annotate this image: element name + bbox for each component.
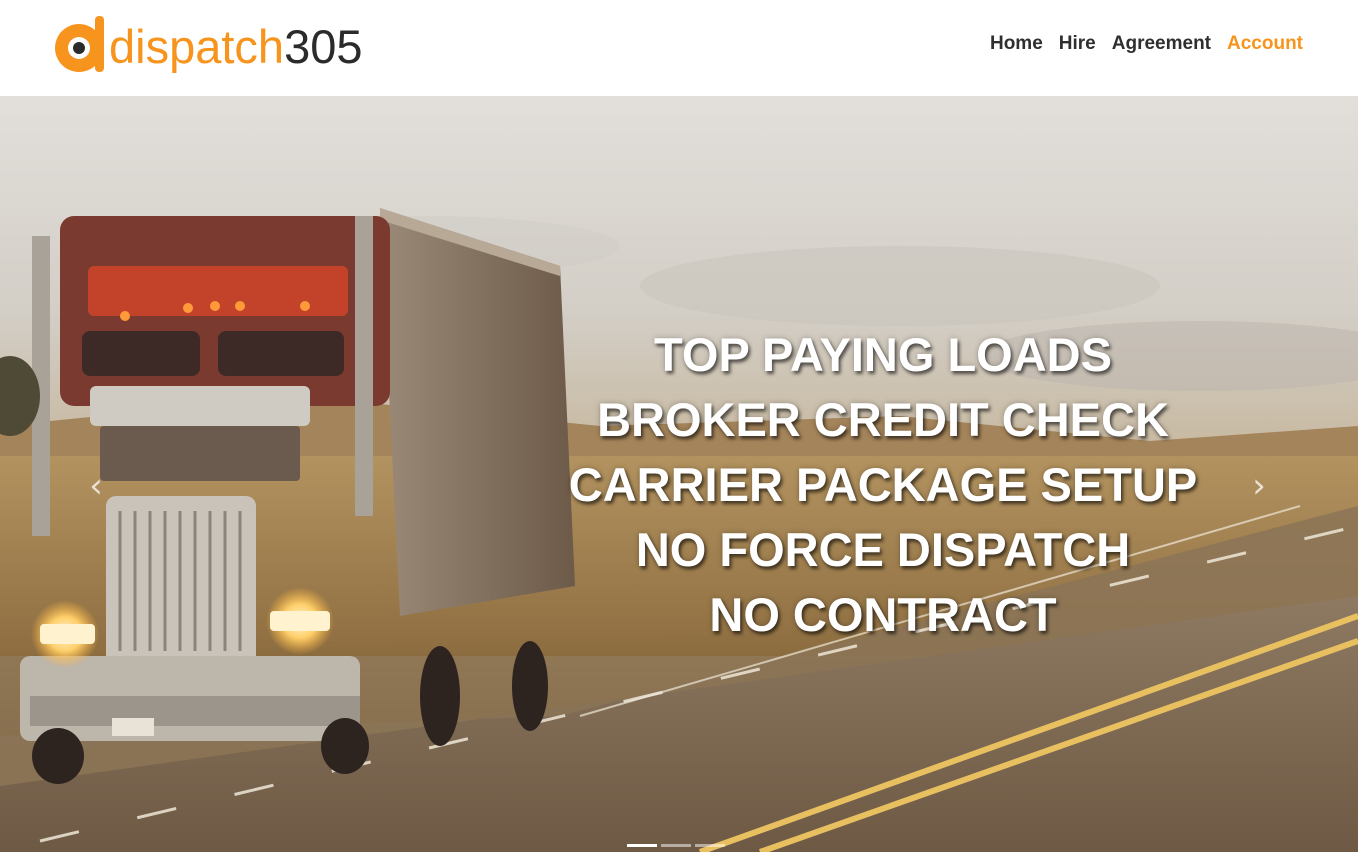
brand-name-number: 305 (284, 19, 363, 73)
hero-slider: TOP PAYING LOADS BROKER CREDIT CHECK CAR… (0, 96, 1358, 852)
hero-line-4: NO FORCE DISPATCH (635, 523, 1131, 576)
site-header: dispatch305 Home Hire Agreement Account (0, 0, 1358, 96)
nav-link-home[interactable]: Home (990, 33, 1043, 55)
slide-indicator-2[interactable] (661, 844, 691, 847)
chevron-left-icon[interactable]: ‹ (84, 466, 108, 506)
hero-line-5: NO CONTRACT (709, 588, 1057, 641)
brand-logo[interactable]: dispatch305 (52, 12, 422, 80)
hero-line-1: TOP PAYING LOADS (654, 328, 1112, 381)
brand-wordmark: dispatch305 (109, 23, 362, 70)
slide-indicator-3[interactable] (695, 844, 725, 847)
hero-line-2: BROKER CREDIT CHECK (597, 393, 1169, 446)
main-nav: Home Hire Agreement Account (990, 31, 1303, 57)
slide-indicator-1[interactable] (627, 844, 657, 847)
nav-link-account[interactable]: Account (1227, 33, 1303, 55)
hero-headline: TOP PAYING LOADS BROKER CREDIT CHECK CAR… (480, 322, 1286, 647)
nav-link-agreement[interactable]: Agreement (1112, 33, 1211, 55)
brand-name-main: dispatch (109, 19, 285, 73)
chevron-right-icon[interactable]: › (1247, 466, 1271, 506)
nav-link-hire[interactable]: Hire (1059, 33, 1096, 55)
slide-indicators (627, 844, 725, 848)
hero-line-3: CARRIER PACKAGE SETUP (568, 458, 1198, 511)
logo-d-icon (55, 16, 104, 72)
